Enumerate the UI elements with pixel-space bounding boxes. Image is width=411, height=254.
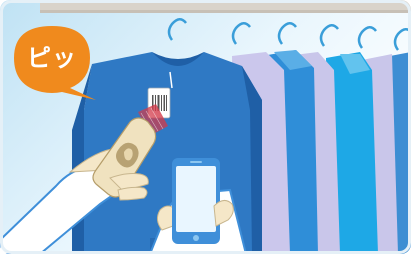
smartphone-icon bbox=[172, 158, 220, 244]
bubble-text: ピッ bbox=[27, 44, 77, 72]
illustration: ピッ bbox=[0, 0, 411, 254]
